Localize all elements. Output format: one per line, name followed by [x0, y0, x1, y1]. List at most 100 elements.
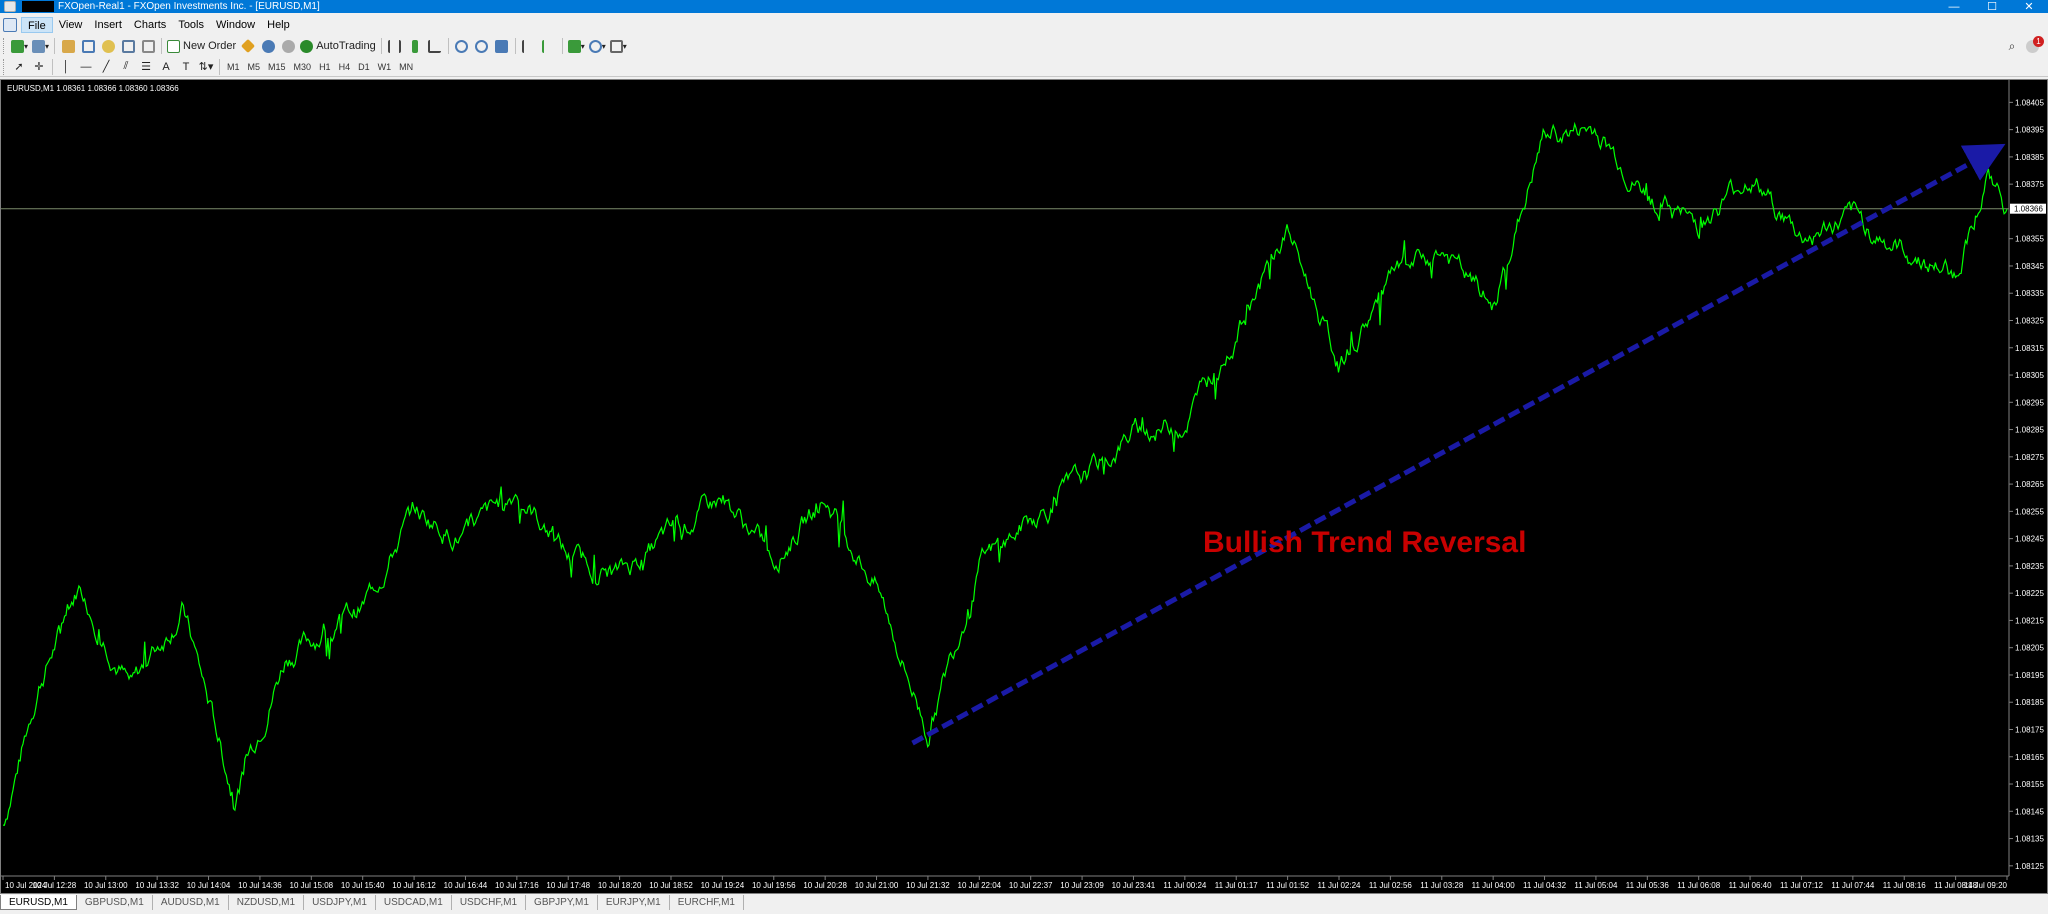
price-tick-label: 1.08235 — [2015, 562, 2044, 571]
notification-badge: 1 — [2033, 36, 2044, 47]
strategy-tester-icon[interactable] — [140, 38, 156, 54]
time-tick-label: 10 Jul 16:44 — [444, 881, 488, 890]
zoom-out-icon[interactable] — [474, 38, 490, 54]
timeframe-mn[interactable]: MN — [395, 60, 417, 74]
periods-icon[interactable]: ▾ — [588, 38, 606, 54]
horizontal-line-icon[interactable]: — — [78, 59, 94, 75]
menu-insert[interactable]: Insert — [88, 17, 128, 33]
toolbar-separator — [219, 58, 220, 75]
cursor-icon[interactable]: ➚ — [11, 59, 27, 75]
toolbar-separator — [380, 38, 382, 54]
timeframe-d1[interactable]: D1 — [354, 60, 374, 74]
channel-icon[interactable]: ⫽ — [118, 59, 134, 75]
price-tick-label: 1.08205 — [2015, 644, 2044, 653]
indicators-icon[interactable]: ▾ — [567, 38, 585, 54]
text-icon[interactable]: A — [158, 59, 174, 75]
chart-tab-usdcad-m1[interactable]: USDCAD,M1 — [376, 895, 452, 910]
chart-tab-eurchf-m1[interactable]: EURCHF,M1 — [670, 895, 744, 910]
chart-tab-usdchf-m1[interactable]: USDCHF,M1 — [452, 895, 527, 910]
timeframe-m30[interactable]: M30 — [290, 60, 316, 74]
trendline-icon[interactable]: ╱ — [98, 59, 114, 75]
chart-tab-gbpusd-m1[interactable]: GBPUSD,M1 — [77, 895, 153, 910]
market-icon[interactable] — [280, 38, 296, 54]
chart-tab-nzdusd-m1[interactable]: NZDUSD,M1 — [229, 895, 305, 910]
menu-charts[interactable]: Charts — [128, 17, 172, 33]
price-chart[interactable]: EURUSD,M1 1.08361 1.08366 1.08360 1.0836… — [1, 80, 2047, 893]
timeframe-h1[interactable]: H1 — [315, 60, 335, 74]
auto-scroll-icon[interactable] — [521, 38, 537, 54]
bar-chart-icon[interactable] — [387, 38, 403, 54]
time-tick-label: 10 Jul 13:00 — [84, 881, 128, 890]
maximize-button[interactable]: ☐ — [1977, 0, 2007, 13]
time-tick-label: 10 Jul 20:28 — [803, 881, 847, 890]
menu-help[interactable]: Help — [261, 17, 296, 33]
timeframe-m15[interactable]: M15 — [264, 60, 290, 74]
time-tick-label: 10 Jul 19:56 — [752, 881, 796, 890]
standard-toolbar: ▾ ▾ New Order AutoTrading ▾ ▾ ▾ ⌕ 1 — [0, 36, 2048, 56]
menu-view[interactable]: View — [53, 17, 89, 33]
time-tick-label: 11 Jul 00:24 — [1163, 881, 1207, 890]
time-tick-label: 10 Jul 17:48 — [546, 881, 590, 890]
metaeditor-icon[interactable] — [240, 38, 256, 54]
trend-arrow[interactable] — [911, 143, 2006, 746]
chart-window[interactable]: EURUSD,M1 1.08361 1.08366 1.08360 1.0836… — [0, 79, 2048, 894]
timeframe-m1[interactable]: M1 — [223, 60, 244, 74]
minimize-button[interactable]: — — [1939, 0, 1969, 13]
market-watch-icon[interactable] — [60, 38, 76, 54]
chart-tab-usdjpy-m1[interactable]: USDJPY,M1 — [304, 895, 376, 910]
timeframe-w1[interactable]: W1 — [374, 60, 396, 74]
menu-file[interactable]: File — [21, 17, 53, 33]
time-tick-label: 11 Jul 05:04 — [1574, 881, 1618, 890]
candlesticks-icon[interactable] — [407, 38, 423, 54]
tile-windows-icon[interactable] — [494, 38, 510, 54]
app-icon[interactable] — [4, 1, 16, 12]
price-tick-label: 1.08355 — [2015, 235, 2044, 244]
time-tick-label: 10 Jul 18:52 — [649, 881, 693, 890]
navigator-icon[interactable] — [100, 38, 116, 54]
line-chart-icon[interactable] — [427, 38, 443, 54]
window-title: FXOpen-Real1 - FXOpen Investments Inc. -… — [58, 1, 320, 12]
profiles-icon[interactable]: ▾ — [32, 38, 49, 54]
title-bar: FXOpen-Real1 - FXOpen Investments Inc. -… — [0, 0, 2048, 13]
chart-tab-eurusd-m1[interactable]: EURUSD,M1 — [0, 895, 77, 910]
time-tick-label: 10 Jul 19:24 — [701, 881, 745, 890]
time-tick-label: 10 Jul 18:20 — [598, 881, 642, 890]
notifications-icon[interactable]: 1 — [2024, 36, 2044, 54]
templates-icon[interactable]: ▾ — [609, 38, 627, 54]
price-tick-label: 1.08405 — [2015, 98, 2044, 107]
zoom-in-icon[interactable] — [454, 38, 470, 54]
arrows-icon[interactable]: ⇅▾ — [198, 59, 214, 75]
data-window-icon[interactable] — [80, 38, 96, 54]
timeframe-h4[interactable]: H4 — [335, 60, 355, 74]
chart-tab-audusd-m1[interactable]: AUDUSD,M1 — [153, 895, 229, 910]
crosshair-icon[interactable]: ✛ — [31, 59, 47, 75]
chart-shift-icon[interactable] — [541, 38, 557, 54]
toolbar-separator — [161, 38, 163, 54]
price-tick-label: 1.08185 — [2015, 698, 2044, 707]
fibonacci-icon[interactable]: ☰ — [138, 59, 154, 75]
close-button[interactable]: ✕ — [2014, 0, 2044, 13]
menu-window[interactable]: Window — [210, 17, 261, 33]
time-tick-label: 11 Jul 02:56 — [1369, 881, 1413, 890]
time-tick-label: 11 Jul 08:16 — [1883, 881, 1927, 890]
timeframe-m5[interactable]: M5 — [244, 60, 265, 74]
menu-tools[interactable]: Tools — [172, 17, 210, 33]
chart-tab-eurjpy-m1[interactable]: EURJPY,M1 — [598, 895, 670, 910]
price-tick-label: 1.08195 — [2015, 671, 2044, 680]
new-chart-icon[interactable]: ▾ — [11, 38, 28, 54]
signals-icon[interactable] — [260, 38, 276, 54]
price-tick-label: 1.08275 — [2015, 453, 2044, 462]
terminal-icon[interactable] — [120, 38, 136, 54]
toolbar-grip — [3, 58, 6, 75]
time-tick-label: 10 Jul 23:41 — [1112, 881, 1156, 890]
text-label-icon[interactable]: T — [178, 59, 194, 75]
vertical-line-icon[interactable]: │ — [58, 59, 74, 75]
toolbar-separator — [561, 38, 563, 54]
annotation-text[interactable]: Bullish Trend Reversal — [1203, 526, 1526, 559]
new-order-button[interactable]: New Order — [167, 38, 236, 54]
search-icon[interactable]: ⌕ — [2004, 38, 2020, 54]
autotrading-button[interactable]: AutoTrading — [300, 38, 376, 54]
chart-tab-gbpjpy-m1[interactable]: GBPJPY,M1 — [526, 895, 598, 910]
chart-window-icon[interactable] — [3, 18, 17, 32]
time-tick-label: 11 Jul 09:20 — [1964, 881, 2008, 890]
